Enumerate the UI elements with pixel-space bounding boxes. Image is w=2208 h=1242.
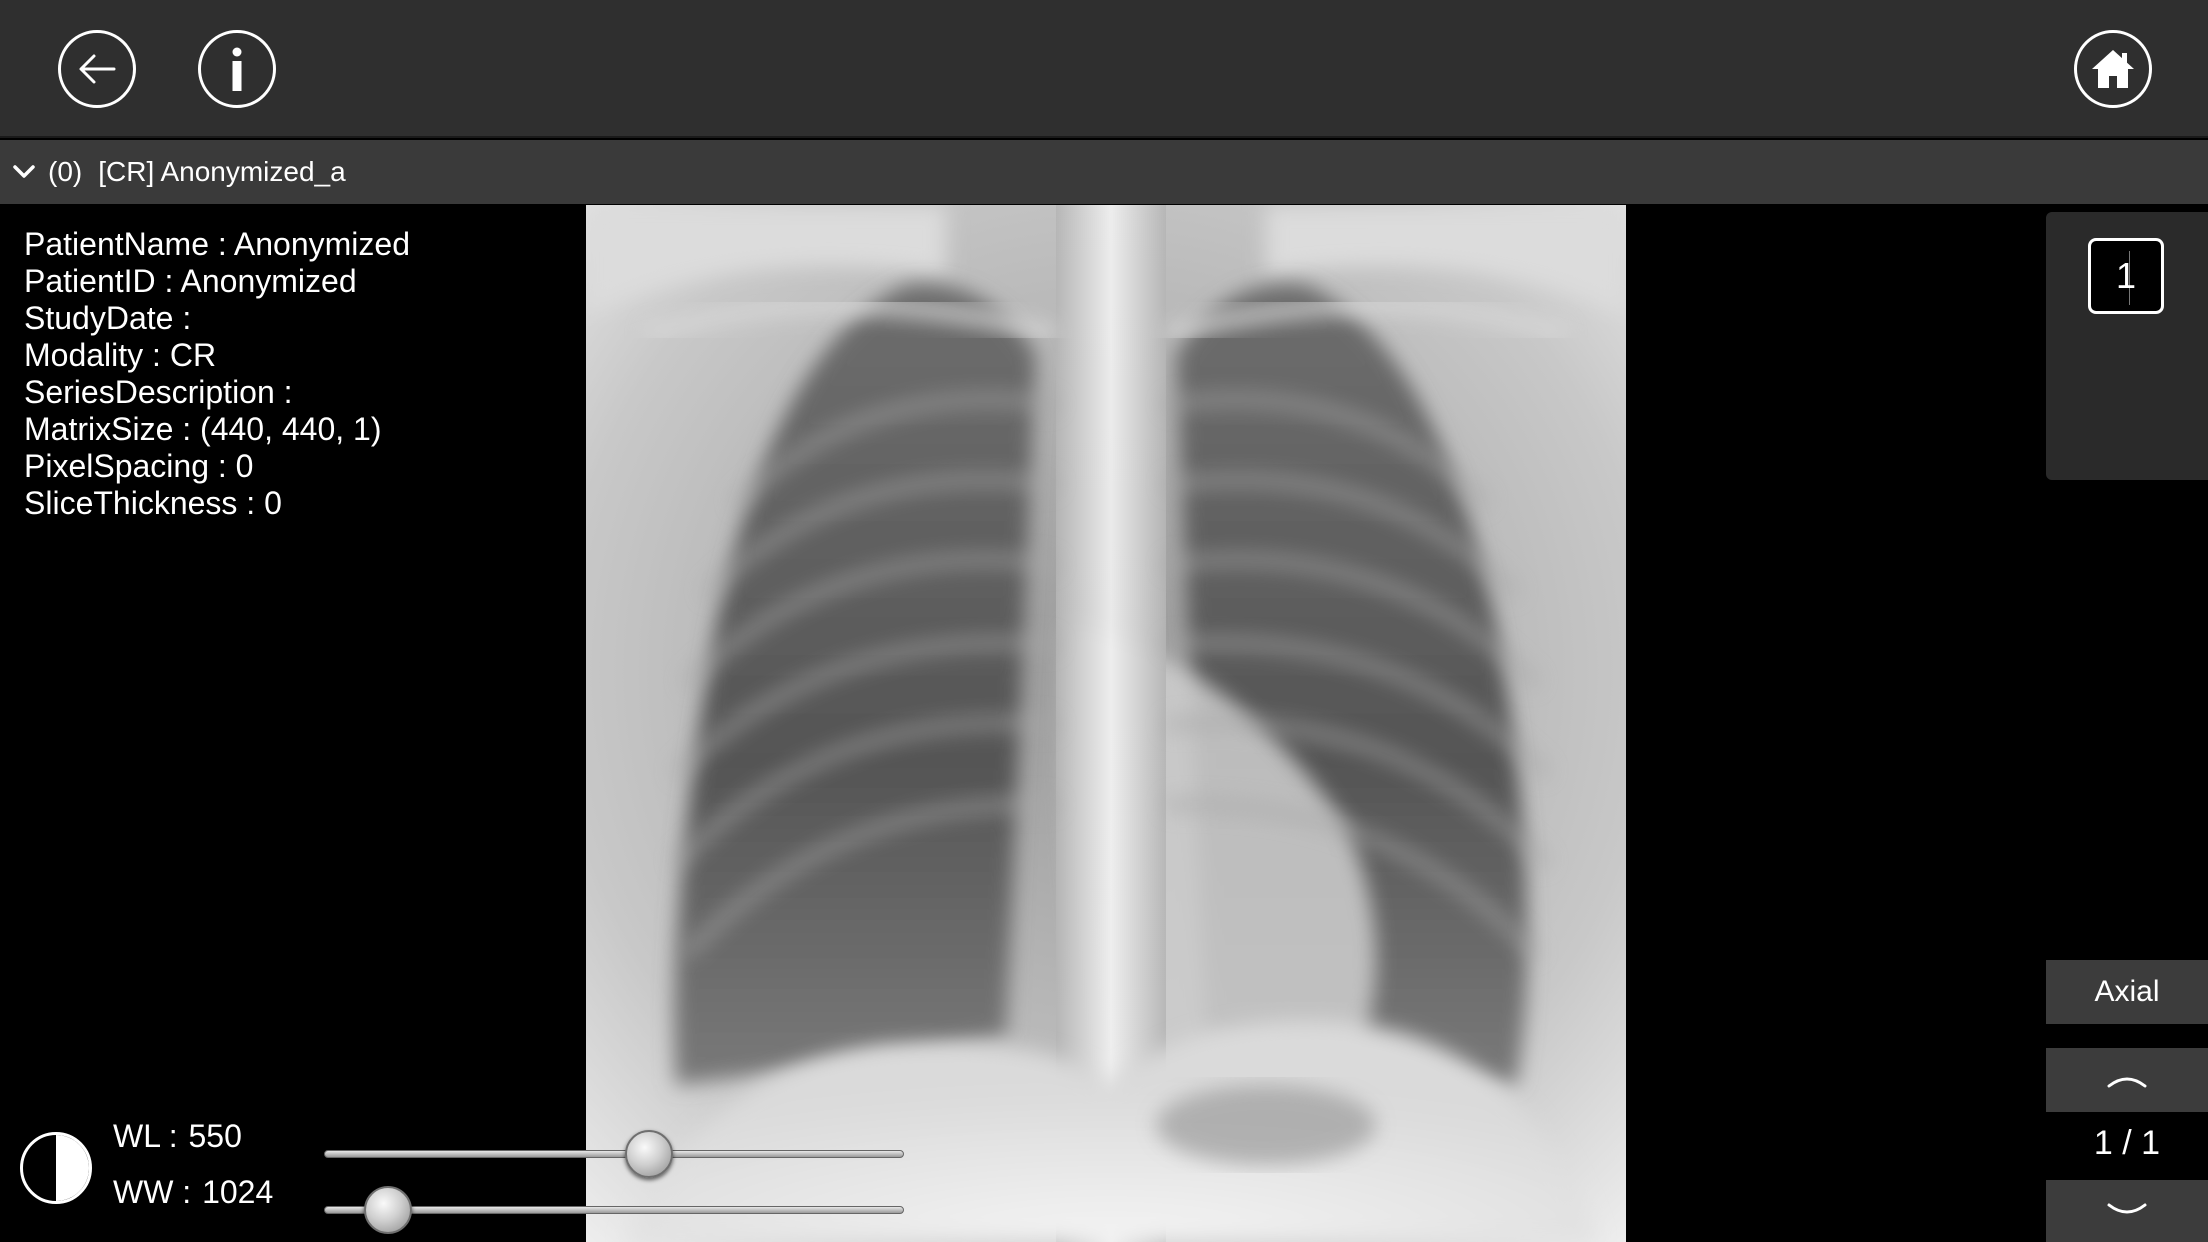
pixel-spacing: PixelSpacing : 0 bbox=[24, 448, 254, 484]
home-icon bbox=[2092, 50, 2134, 88]
study-date: StudyDate : bbox=[24, 300, 192, 336]
wl-label-text: WL : bbox=[113, 1118, 178, 1154]
top-toolbar bbox=[0, 0, 2208, 138]
back-button[interactable] bbox=[58, 30, 136, 108]
view-mode-button[interactable]: Axial bbox=[2046, 960, 2208, 1024]
modality: Modality : CR bbox=[24, 337, 217, 373]
contrast-icon[interactable] bbox=[20, 1132, 92, 1204]
previous-slice-button[interactable] bbox=[2046, 1048, 2208, 1112]
series-name: [CR] Anonymized_a bbox=[98, 156, 346, 187]
series-description: SeriesDescription : bbox=[24, 374, 293, 410]
chevron-down-icon[interactable] bbox=[12, 160, 36, 184]
ww-label: WW : 1024 bbox=[113, 1174, 273, 1211]
wl-slider-track[interactable] bbox=[324, 1150, 904, 1158]
chevron-up-icon bbox=[2107, 1077, 2147, 1088]
matrix-size: MatrixSize : (440, 440, 1) bbox=[24, 411, 382, 447]
info-button[interactable] bbox=[198, 30, 276, 108]
thumbnail-panel: 1 bbox=[2046, 212, 2208, 480]
wl-label: WL : 550 bbox=[113, 1118, 242, 1155]
slice-counter: 1 / 1 bbox=[2093, 1124, 2161, 1162]
series-bar[interactable]: (0) [CR] Anonymized_a bbox=[0, 140, 2208, 204]
wl-value: 550 bbox=[188, 1118, 242, 1154]
chevron-down-icon bbox=[2107, 1203, 2147, 1214]
home-button[interactable] bbox=[2074, 30, 2152, 108]
ww-slider-handle[interactable] bbox=[363, 1186, 412, 1234]
patient-name: PatientName : Anonymized bbox=[24, 226, 410, 262]
window-level-controls: WL : 550 WW : 1024 bbox=[18, 1108, 908, 1238]
next-slice-button[interactable] bbox=[2046, 1180, 2208, 1242]
patient-info-panel: PatientName : Anonymized PatientID : Ano… bbox=[24, 226, 410, 522]
ww-value: 1024 bbox=[202, 1174, 274, 1210]
xray-image bbox=[586, 205, 1626, 1242]
series-index: (0) bbox=[48, 156, 83, 187]
thumbnail-label: 1 bbox=[2115, 255, 2137, 296]
thumbnail-1[interactable]: 1 bbox=[2088, 238, 2164, 314]
slice-thickness: SliceThickness : 0 bbox=[24, 485, 282, 521]
patient-id: PatientID : Anonymized bbox=[24, 263, 357, 299]
info-icon bbox=[232, 47, 242, 91]
xray-image-viewport[interactable] bbox=[586, 205, 1626, 1242]
wl-slider-handle[interactable] bbox=[624, 1130, 673, 1178]
ww-label-text: WW : bbox=[113, 1174, 192, 1210]
back-arrow-icon bbox=[79, 54, 116, 84]
wl-slider[interactable] bbox=[324, 1130, 904, 1178]
ww-slider[interactable] bbox=[324, 1186, 904, 1234]
